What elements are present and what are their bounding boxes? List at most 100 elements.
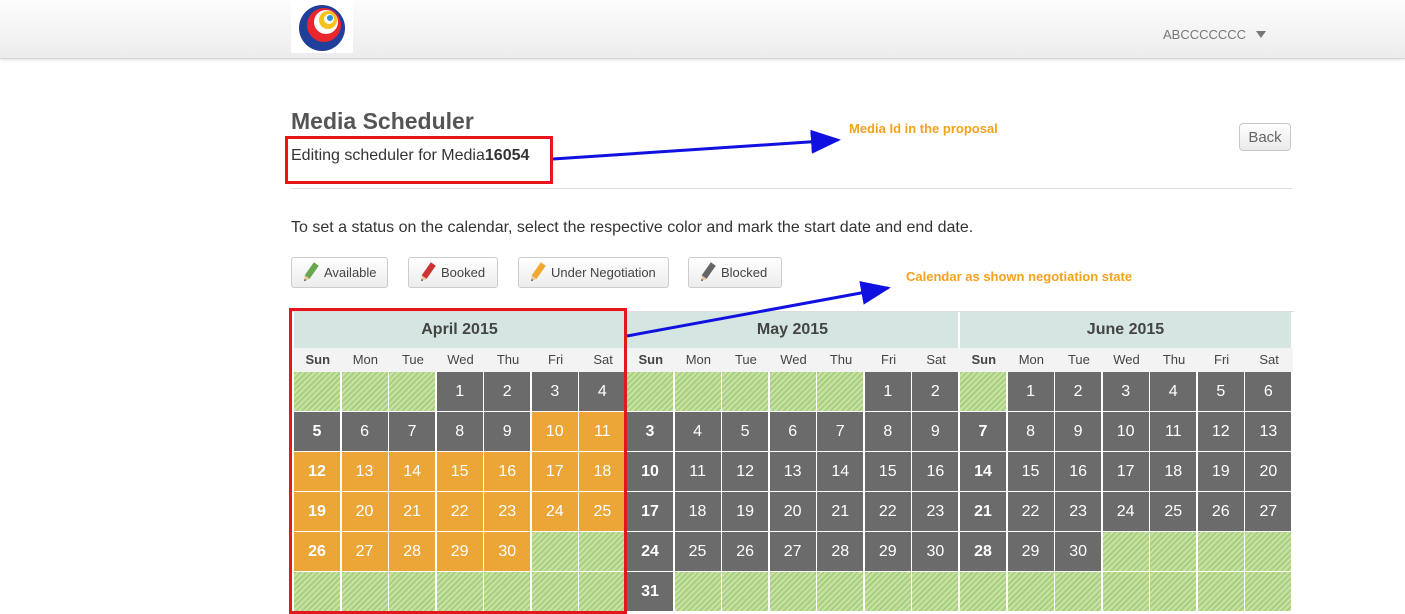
calendar-day[interactable]: 13 — [769, 452, 816, 491]
calendar-empty-cell — [1197, 532, 1244, 571]
calendar-day[interactable]: 7 — [960, 412, 1006, 451]
calendar-day[interactable]: 5 — [1197, 372, 1244, 411]
available-status-button[interactable]: Available — [291, 257, 388, 288]
arrow-to-media-id — [552, 129, 841, 161]
calendar-day[interactable]: 20 — [1245, 452, 1292, 491]
calendar-day[interactable]: 10 — [627, 452, 673, 491]
calendar-day[interactable]: 15 — [1007, 452, 1054, 491]
calendar-day[interactable]: 15 — [864, 452, 911, 491]
calendar-day[interactable]: 2 — [1055, 372, 1102, 411]
calendar-day[interactable]: 3 — [627, 412, 673, 451]
calendar-day[interactable]: 30 — [1055, 532, 1102, 571]
calendar-empty-cell — [817, 372, 864, 411]
calendar-day[interactable]: 25 — [1150, 492, 1197, 531]
calendar-day[interactable]: 10 — [1102, 412, 1149, 451]
calendar-empty-cell — [627, 372, 673, 411]
calendar-day[interactable]: 26 — [1197, 492, 1244, 531]
calendar-day[interactable]: 6 — [769, 412, 816, 451]
calendar-day[interactable]: 2 — [912, 372, 959, 411]
calendar-empty-cell — [722, 372, 769, 411]
calendar-day[interactable]: 22 — [864, 492, 911, 531]
calendar-empty-cell — [1007, 572, 1054, 611]
weekday-label: Wed — [780, 352, 807, 367]
calendar-day[interactable]: 29 — [1007, 532, 1054, 571]
calendar-empty-cell — [912, 572, 959, 611]
calendar-day[interactable]: 11 — [674, 452, 721, 491]
calendar-empty-cell — [674, 372, 721, 411]
weekday-label: Fri — [881, 352, 897, 367]
calendar-day[interactable]: 9 — [912, 412, 959, 451]
pencil-icon — [701, 261, 716, 281]
calendar-day[interactable]: 27 — [1245, 492, 1292, 531]
calendar-day[interactable]: 21 — [960, 492, 1006, 531]
caret-down-icon — [1256, 31, 1267, 38]
pencil-icon — [421, 261, 436, 281]
calendar-day[interactable]: 11 — [1150, 412, 1197, 451]
calendar-day[interactable]: 29 — [864, 532, 911, 571]
calendar-day[interactable]: 20 — [769, 492, 816, 531]
calendar-day[interactable]: 3 — [1102, 372, 1149, 411]
company-logo[interactable] — [291, 1, 353, 53]
calendar-day[interactable]: 5 — [722, 412, 769, 451]
calendar-day[interactable]: 24 — [627, 532, 673, 571]
calendar-day[interactable]: 28 — [960, 532, 1006, 571]
weekday-header: Sun Mon Tue Wed Thu Fri Sat — [960, 348, 1293, 372]
calendar-day[interactable]: 19 — [722, 492, 769, 531]
calendar-day[interactable]: 9 — [1055, 412, 1102, 451]
calendar-day[interactable]: 28 — [817, 532, 864, 571]
calendar-day[interactable]: 25 — [674, 532, 721, 571]
pencil-icon — [304, 261, 319, 281]
calendar-day[interactable]: 14 — [960, 452, 1006, 491]
calendar-day[interactable]: 4 — [674, 412, 721, 451]
blocked-label: Blocked — [721, 265, 768, 280]
calendar-day[interactable]: 30 — [912, 532, 959, 571]
calendar-day[interactable]: 12 — [722, 452, 769, 491]
weekday-label: Thu — [829, 352, 853, 367]
calendar-day[interactable]: 14 — [817, 452, 864, 491]
calendar-empty-cell — [722, 572, 769, 611]
back-button[interactable]: Back — [1239, 123, 1291, 151]
calendar-day[interactable]: 22 — [1007, 492, 1054, 531]
day-grid: 1 2 3 4 5 6 7 8 9 10 11 12 13 14 15 16 17 18 19 20 21 22 23 24 2… — [960, 372, 1293, 612]
calendar-day[interactable]: 27 — [769, 532, 816, 571]
month-may: May 2015 Sun Mon Tue Wed Thu Fri Sat 123… — [627, 312, 960, 612]
user-menu-dropdown[interactable]: ABCCCCCCC — [1163, 27, 1267, 42]
calendar-day[interactable]: 6 — [1245, 372, 1292, 411]
calendar-day[interactable]: 18 — [1150, 452, 1197, 491]
calendar-day[interactable]: 13 — [1245, 412, 1292, 451]
negotiation-status-button[interactable]: Under Negotiation — [518, 257, 669, 288]
calendar-highlight-box — [289, 308, 627, 614]
calendar-empty-cell — [1197, 572, 1244, 611]
calendar-day[interactable]: 8 — [1007, 412, 1054, 451]
calendar-day[interactable]: 24 — [1102, 492, 1149, 531]
media-id-highlight-box — [285, 136, 553, 184]
calendar-empty-cell — [1102, 572, 1149, 611]
calendar-day[interactable]: 4 — [1150, 372, 1197, 411]
calendar-day[interactable]: 26 — [722, 532, 769, 571]
calendar-empty-cell — [960, 372, 1006, 411]
pencil-icon — [531, 261, 546, 281]
calendar-day[interactable]: 23 — [1055, 492, 1102, 531]
calendar-day[interactable]: 17 — [1102, 452, 1149, 491]
calendar-empty-cell — [1245, 532, 1292, 571]
booked-status-button[interactable]: Booked — [408, 257, 498, 288]
calendar-day[interactable]: 16 — [912, 452, 959, 491]
calendar-day[interactable]: 1 — [1007, 372, 1054, 411]
calendar-day[interactable]: 18 — [674, 492, 721, 531]
calendar-day[interactable]: 31 — [627, 572, 673, 611]
calendar-day[interactable]: 8 — [864, 412, 911, 451]
calendar-day[interactable]: 23 — [912, 492, 959, 531]
calendar-day[interactable]: 1 — [864, 372, 911, 411]
calendar-day[interactable]: 16 — [1055, 452, 1102, 491]
blocked-status-button[interactable]: Blocked — [688, 257, 782, 288]
negotiation-label: Under Negotiation — [551, 265, 656, 280]
calendar-day[interactable]: 19 — [1197, 452, 1244, 491]
calendar-day[interactable]: 12 — [1197, 412, 1244, 451]
calendar-day[interactable]: 21 — [817, 492, 864, 531]
annotation-media-id: Media Id in the proposal — [849, 121, 998, 136]
calendar-day[interactable]: 17 — [627, 492, 673, 531]
weekday-label: Fri — [1214, 352, 1230, 367]
calendar-day[interactable]: 7 — [817, 412, 864, 451]
calendar-empty-cell — [864, 572, 911, 611]
weekday-label: Sat — [1259, 352, 1279, 367]
